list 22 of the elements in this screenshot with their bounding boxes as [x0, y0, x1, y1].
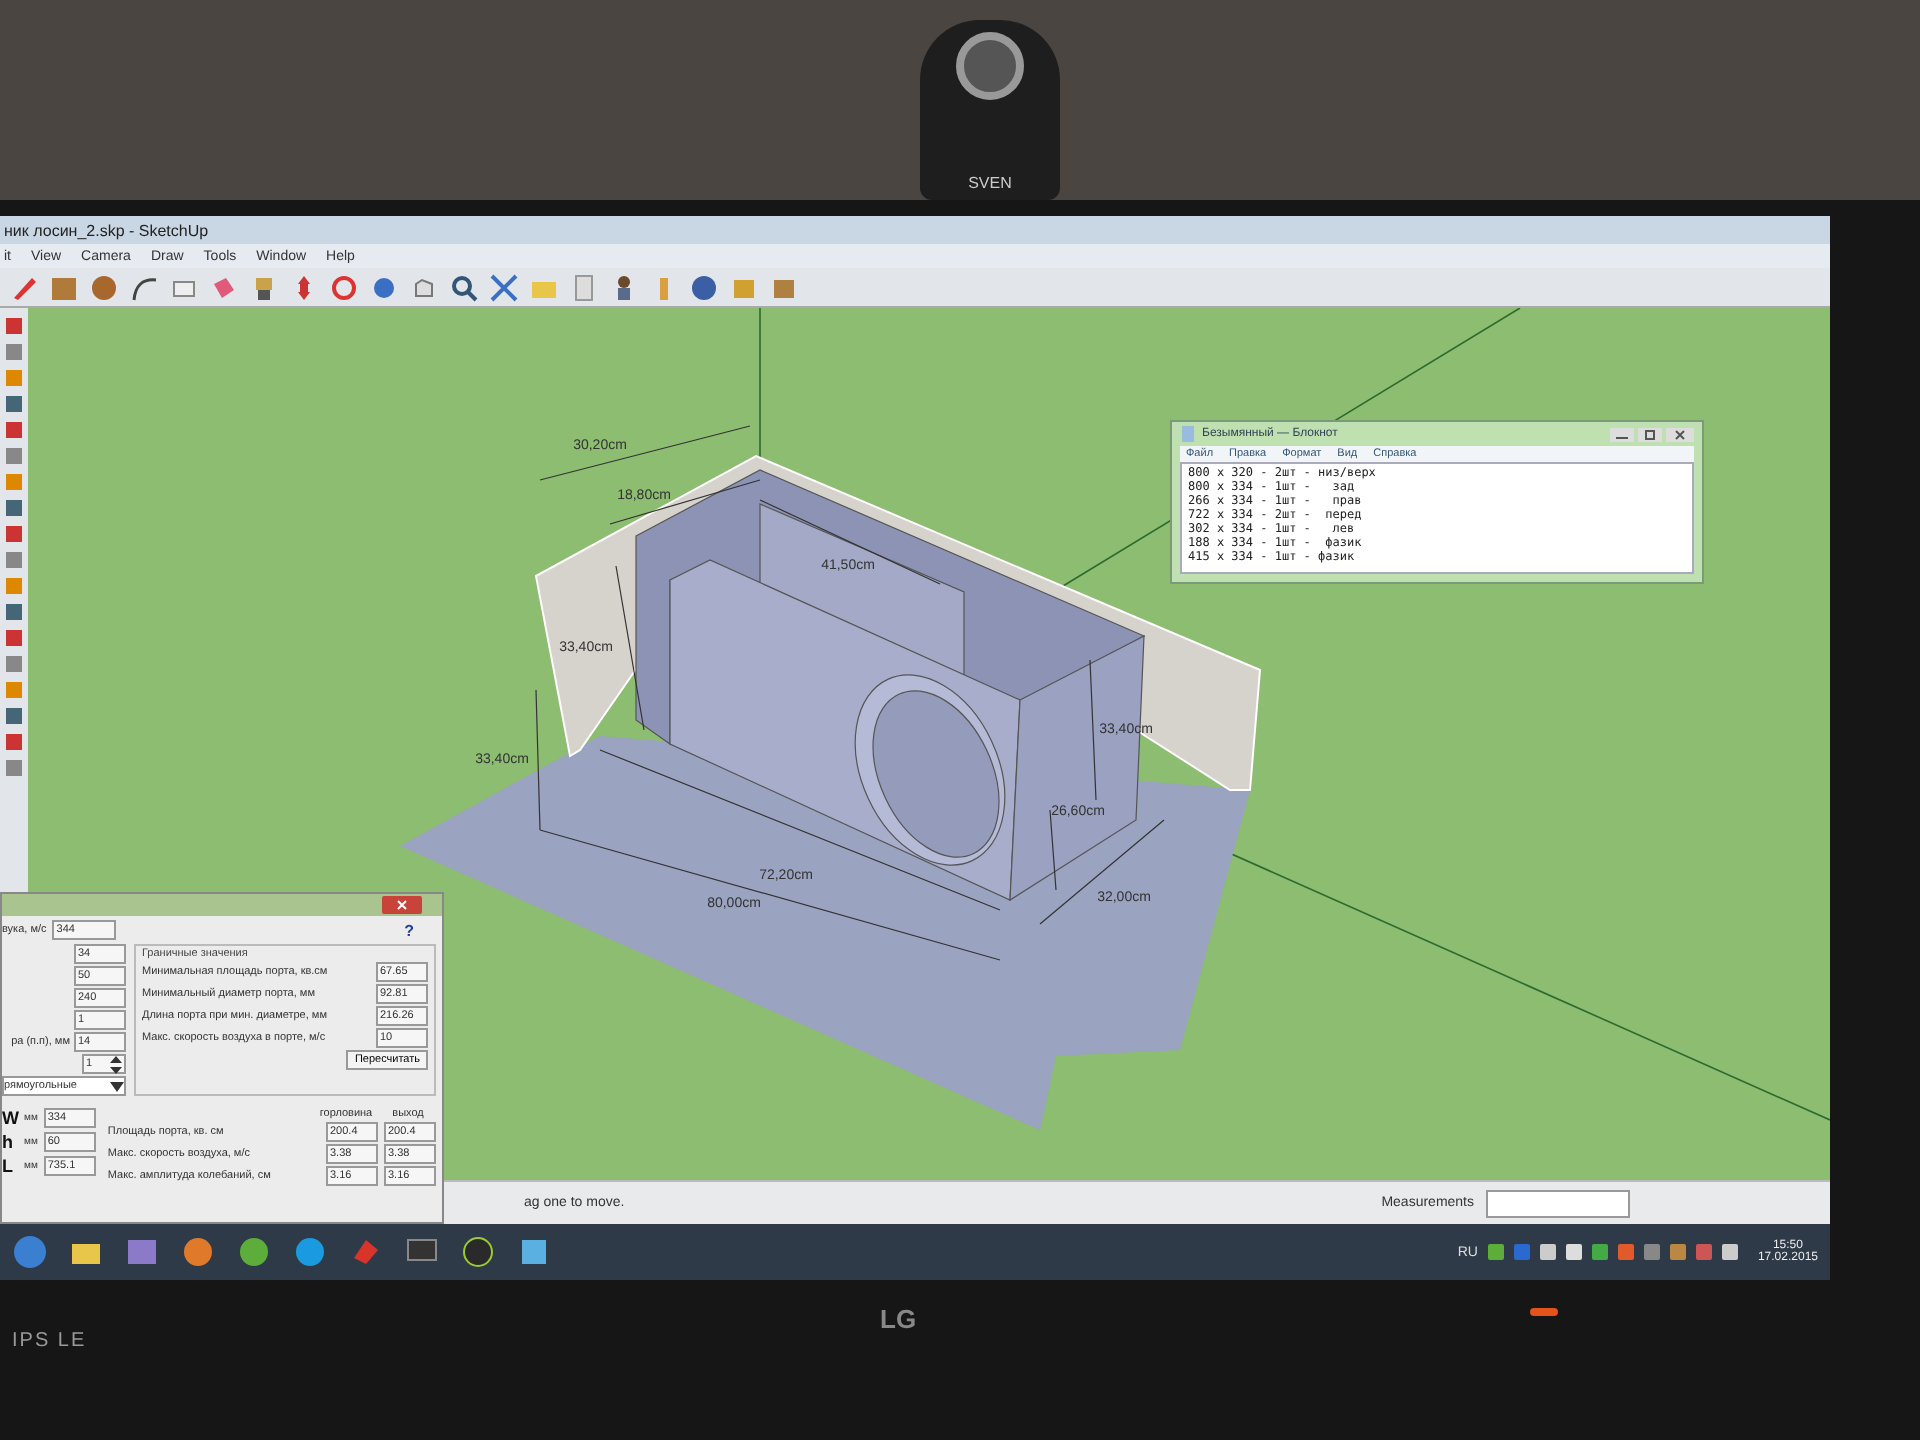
webcam-brand: SVEN: [968, 174, 1012, 192]
close-icon[interactable]: [382, 896, 422, 914]
dimension-symbol: W: [2, 1108, 18, 1128]
zoom-extents-icon[interactable]: [488, 271, 520, 303]
measurements-field[interactable]: [1486, 1189, 1630, 1217]
webcam-lens-icon: [956, 32, 1024, 100]
minimize-icon[interactable]: [1610, 427, 1634, 441]
rotate-icon[interactable]: [328, 271, 360, 303]
circle-icon[interactable]: [88, 271, 120, 303]
zoom-icon[interactable]: [448, 271, 480, 303]
monitor-label: IPS LE: [12, 1329, 87, 1351]
monitor-brand: LG: [880, 1304, 917, 1334]
start-orb-icon[interactable]: [12, 1234, 48, 1270]
close-icon[interactable]: [1666, 427, 1694, 441]
maximize-icon[interactable]: [1638, 427, 1662, 441]
help-link[interactable]: ?: [404, 921, 414, 939]
dimension-symbol: L: [2, 1156, 15, 1176]
power-led-icon: [1530, 1308, 1558, 1316]
spinner-arrows-icon[interactable]: [110, 1055, 122, 1073]
dimension-symbol: h: [2, 1132, 15, 1152]
caret-icon[interactable]: [110, 1081, 124, 1091]
window-title: ник лосин_2.skp - SketchUp: [4, 221, 209, 239]
